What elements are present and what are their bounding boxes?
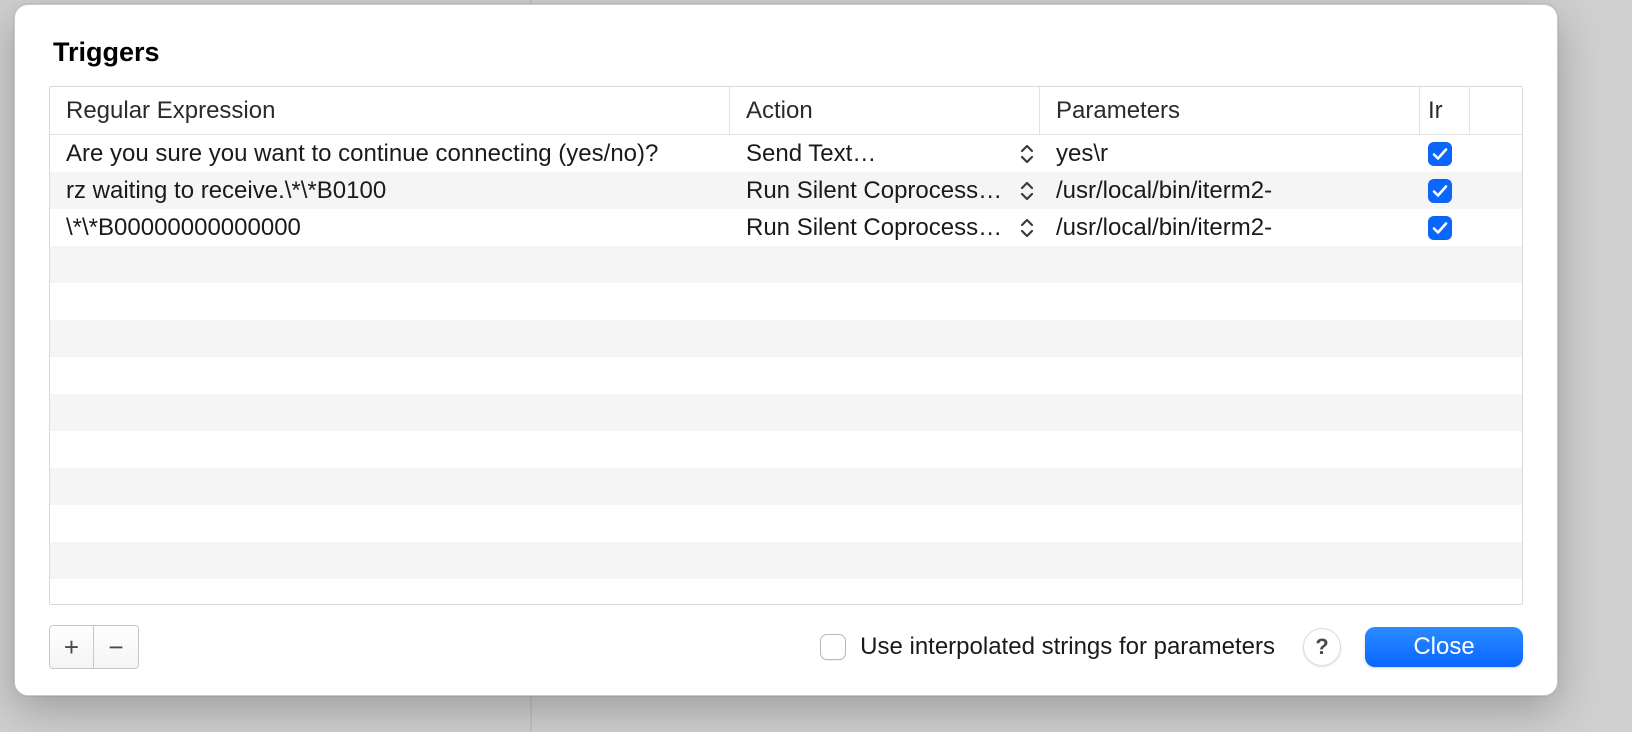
table-row-empty[interactable] xyxy=(50,468,1522,505)
cell-action[interactable] xyxy=(730,431,1040,468)
table-row-empty[interactable] xyxy=(50,394,1522,431)
cell-params[interactable] xyxy=(1040,542,1420,579)
cell-params[interactable] xyxy=(1040,357,1420,394)
cell-regex[interactable] xyxy=(50,246,730,283)
action-label: Send Text… xyxy=(746,140,876,168)
interpolated-strings-label: Use interpolated strings for parameters xyxy=(860,633,1275,661)
cell-params[interactable] xyxy=(1040,505,1420,542)
dialog-title: Triggers xyxy=(53,37,1523,68)
table-row[interactable]: Are you sure you want to continue connec… xyxy=(50,135,1522,172)
updown-stepper-icon[interactable] xyxy=(1018,215,1036,241)
table-header: Regular Expression Action Parameters Ir xyxy=(50,87,1522,135)
close-button[interactable]: Close xyxy=(1365,627,1523,667)
triggers-table: Regular Expression Action Parameters Ir … xyxy=(49,86,1523,605)
cell-params[interactable]: /usr/local/bin/iterm2- xyxy=(1040,209,1420,246)
cell-action[interactable] xyxy=(730,357,1040,394)
column-header-ir[interactable]: Ir xyxy=(1420,87,1470,134)
column-header-spacer xyxy=(1470,87,1522,134)
cell-regex[interactable] xyxy=(50,283,730,320)
cell-regex[interactable] xyxy=(50,320,730,357)
add-remove-segmented-control: + − xyxy=(49,625,139,669)
table-row[interactable]: \*\*B00000000000000 Run Silent Coprocess…… xyxy=(50,209,1522,246)
cell-ir[interactable] xyxy=(1420,357,1522,394)
cell-regex[interactable] xyxy=(50,357,730,394)
add-trigger-button[interactable]: + xyxy=(50,626,94,668)
cell-regex[interactable]: Are you sure you want to continue connec… xyxy=(50,135,730,172)
cell-action[interactable] xyxy=(730,394,1040,431)
cell-ir[interactable] xyxy=(1420,394,1522,431)
column-header-params[interactable]: Parameters xyxy=(1040,87,1420,134)
interpolated-strings-option[interactable]: Use interpolated strings for parameters xyxy=(820,633,1275,661)
updown-stepper-icon[interactable] xyxy=(1018,141,1036,167)
column-header-regex[interactable]: Regular Expression xyxy=(50,87,730,134)
cell-params[interactable] xyxy=(1040,320,1420,357)
action-label: Run Silent Coprocess… xyxy=(746,214,1002,242)
remove-trigger-button[interactable]: − xyxy=(94,626,138,668)
cell-ir[interactable] xyxy=(1420,135,1522,172)
cell-params[interactable] xyxy=(1040,246,1420,283)
cell-regex[interactable]: rz waiting to receive.\*\*B0100 xyxy=(50,172,730,209)
cell-action[interactable] xyxy=(730,505,1040,542)
cell-action[interactable] xyxy=(730,283,1040,320)
table-row-empty[interactable] xyxy=(50,542,1522,579)
cell-regex[interactable] xyxy=(50,468,730,505)
cell-params[interactable] xyxy=(1040,468,1420,505)
cell-regex[interactable]: \*\*B00000000000000 xyxy=(50,209,730,246)
triggers-dialog: Triggers Regular Expression Action Param… xyxy=(14,4,1558,696)
cell-ir[interactable] xyxy=(1420,246,1522,283)
cell-ir[interactable] xyxy=(1420,320,1522,357)
cell-action[interactable]: Run Silent Coprocess… xyxy=(730,209,1040,246)
cell-ir[interactable] xyxy=(1420,505,1522,542)
cell-params[interactable] xyxy=(1040,283,1420,320)
checkbox-checked-icon[interactable] xyxy=(1428,142,1452,166)
cell-action[interactable] xyxy=(730,468,1040,505)
table-row[interactable]: rz waiting to receive.\*\*B0100 Run Silen… xyxy=(50,172,1522,209)
cell-params[interactable] xyxy=(1040,431,1420,468)
help-button[interactable]: ? xyxy=(1303,628,1341,666)
cell-ir[interactable] xyxy=(1420,172,1522,209)
cell-params[interactable] xyxy=(1040,394,1420,431)
cell-params[interactable]: yes\r xyxy=(1040,135,1420,172)
updown-stepper-icon[interactable] xyxy=(1018,178,1036,204)
interpolated-strings-checkbox[interactable] xyxy=(820,634,846,660)
cell-regex[interactable] xyxy=(50,542,730,579)
table-row-empty[interactable] xyxy=(50,505,1522,542)
table-body: Are you sure you want to continue connec… xyxy=(50,135,1522,604)
cell-action[interactable]: Run Silent Coprocess… xyxy=(730,172,1040,209)
cell-ir[interactable] xyxy=(1420,431,1522,468)
cell-ir[interactable] xyxy=(1420,468,1522,505)
cell-action[interactable]: Send Text… xyxy=(730,135,1040,172)
table-row-empty[interactable] xyxy=(50,246,1522,283)
cell-action[interactable] xyxy=(730,320,1040,357)
checkbox-checked-icon[interactable] xyxy=(1428,216,1452,240)
dialog-footer: + − Use interpolated strings for paramet… xyxy=(49,623,1523,671)
table-row-empty[interactable] xyxy=(50,320,1522,357)
action-label: Run Silent Coprocess… xyxy=(746,177,1002,205)
table-row-empty[interactable] xyxy=(50,283,1522,320)
checkbox-checked-icon[interactable] xyxy=(1428,179,1452,203)
cell-ir[interactable] xyxy=(1420,209,1522,246)
cell-action[interactable] xyxy=(730,542,1040,579)
table-row-empty[interactable] xyxy=(50,431,1522,468)
cell-ir[interactable] xyxy=(1420,283,1522,320)
cell-action[interactable] xyxy=(730,246,1040,283)
cell-regex[interactable] xyxy=(50,431,730,468)
column-header-action[interactable]: Action xyxy=(730,87,1040,134)
table-row-empty[interactable] xyxy=(50,357,1522,394)
cell-params[interactable]: /usr/local/bin/iterm2- xyxy=(1040,172,1420,209)
cell-ir[interactable] xyxy=(1420,542,1522,579)
cell-regex[interactable] xyxy=(50,505,730,542)
cell-regex[interactable] xyxy=(50,394,730,431)
